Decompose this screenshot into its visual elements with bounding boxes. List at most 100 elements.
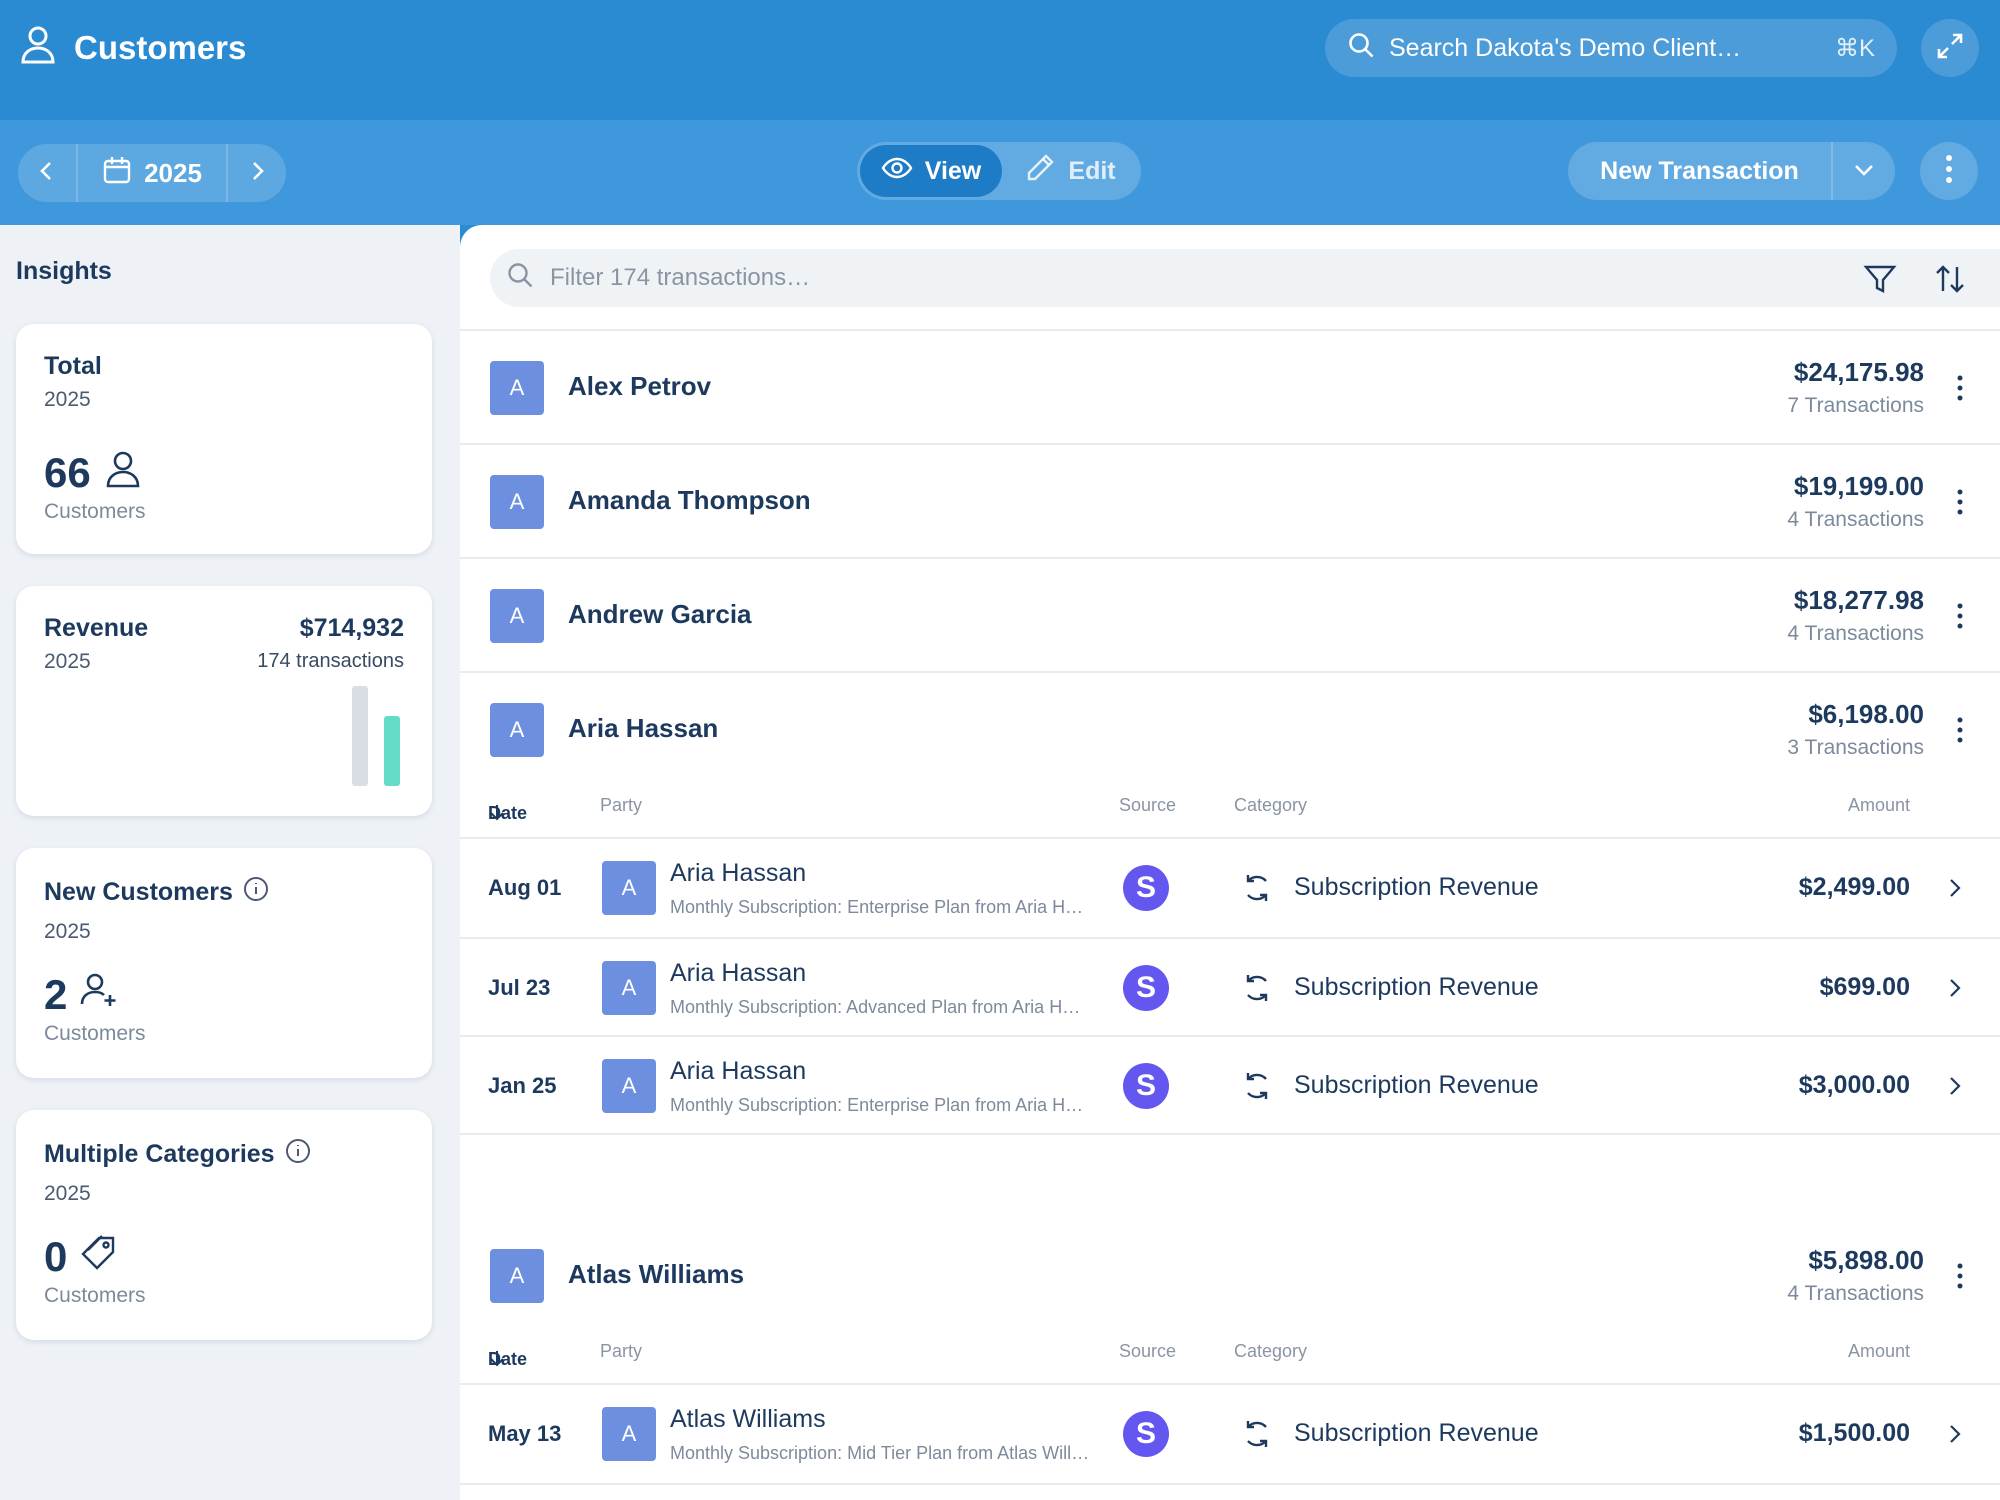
transaction-party: Aria Hassan	[670, 959, 807, 987]
top-bar: Customers Search Dakota's Demo Client… ⌘…	[0, 0, 2000, 120]
customer-name: Amanda Thompson	[568, 485, 811, 515]
recurring-icon	[1240, 1417, 1274, 1451]
expand-button[interactable]	[1921, 19, 1979, 77]
customer-name: Andrew Garcia	[568, 599, 752, 629]
more-vertical-icon	[1956, 489, 1964, 519]
transaction-category[interactable]: Subscription Revenue	[1294, 973, 1539, 1002]
chevron-down-icon	[1853, 158, 1875, 185]
customer-row[interactable]: A Alex Petrov $24,175.98 7 Transactions	[460, 331, 2000, 445]
new-customers-card[interactable]: New Customers 2025 2 Customers	[16, 848, 432, 1078]
card-value: 2	[44, 970, 119, 1020]
avatar: A	[490, 475, 544, 529]
filter-transactions-input[interactable]: Filter 174 transactions…	[490, 249, 2000, 307]
card-title: Multiple Categories	[44, 1138, 311, 1171]
multiple-categories-card[interactable]: Multiple Categories 2025 0 Customers	[16, 1110, 432, 1340]
transaction-row[interactable]: Aug 01 A Aria Hassan Monthly Subscriptio…	[460, 839, 2000, 937]
card-title-text: Total	[44, 352, 102, 380]
more-options-button[interactable]	[1920, 142, 1978, 200]
chevron-right-icon[interactable]	[1944, 1423, 1964, 1445]
customer-transaction-count: 4 Transactions	[1787, 622, 1924, 645]
category-column-header[interactable]: Category	[1234, 1341, 1307, 1362]
info-icon[interactable]	[243, 876, 269, 909]
transaction-category[interactable]: Subscription Revenue	[1294, 873, 1539, 902]
source-column-header[interactable]: Source	[1119, 1341, 1176, 1362]
info-icon[interactable]	[285, 1138, 311, 1171]
year-selector: 2025	[18, 144, 286, 202]
row-more-button[interactable]	[1956, 603, 1964, 629]
party-column-header[interactable]: Party	[600, 795, 642, 816]
row-more-button[interactable]	[1956, 717, 1964, 743]
customer-total: $18,277.98	[1793, 585, 1924, 615]
card-year: 2025	[44, 920, 91, 943]
chevron-left-icon	[36, 160, 58, 187]
chevron-right-icon[interactable]	[1944, 977, 1964, 999]
new-transaction-dropdown[interactable]	[1833, 158, 1895, 185]
transaction-row[interactable]: Jul 23 A Aria Hassan Monthly Subscriptio…	[460, 939, 2000, 1037]
total-customers-card[interactable]: Total 2025 66 Customers	[16, 324, 432, 554]
divider	[460, 1483, 2000, 1485]
transaction-date: Jan 25	[488, 1073, 557, 1098]
card-value-text: 66	[44, 449, 91, 496]
customer-row[interactable]: A Atlas Williams $5,898.00 4 Transaction…	[460, 1219, 2000, 1333]
sort-button[interactable]	[1932, 261, 1968, 297]
arrow-down-icon	[488, 1349, 506, 1372]
edit-mode-button[interactable]: Edit	[1002, 145, 1138, 197]
year-button[interactable]: 2025	[76, 144, 228, 202]
filter-icon	[1862, 265, 1898, 301]
customer-row[interactable]: A Andrew Garcia $18,277.98 4 Transaction…	[460, 559, 2000, 673]
transaction-category[interactable]: Subscription Revenue	[1294, 1071, 1539, 1100]
chevron-right-icon[interactable]	[1944, 877, 1964, 899]
chevron-right-icon[interactable]	[1944, 1075, 1964, 1097]
avatar: A	[602, 1407, 656, 1461]
customer-row[interactable]: A Aria Hassan $6,198.00 3 Transactions	[460, 673, 2000, 787]
revenue-bar-previous	[352, 686, 368, 786]
transaction-row[interactable]: May 13 A Atlas Williams Monthly Subscrip…	[460, 1385, 2000, 1483]
year-label: 2025	[144, 157, 202, 188]
chevron-right-icon	[246, 160, 268, 187]
customer-row[interactable]: A Amanda Thompson $19,199.00 4 Transacti…	[460, 445, 2000, 559]
card-title-text: New Customers	[44, 878, 233, 906]
transactions-table-header: Date Party Source Category Amount	[460, 1333, 2000, 1373]
card-year: 2025	[44, 1182, 91, 1205]
card-year: 2025	[44, 388, 91, 411]
arrow-down-icon	[488, 803, 506, 826]
row-more-button[interactable]	[1956, 489, 1964, 515]
row-more-button[interactable]	[1956, 1263, 1964, 1289]
transaction-row[interactable]: Jan 25 A Aria Hassan Monthly Subscriptio…	[460, 1037, 2000, 1135]
search-icon	[1347, 31, 1389, 66]
transaction-amount: $2,499.00	[1798, 873, 1910, 901]
row-more-button[interactable]	[1956, 375, 1964, 401]
view-mode-button[interactable]: View	[860, 145, 1002, 197]
card-title-text: Revenue	[44, 614, 149, 642]
transaction-memo: Monthly Subscription: Enterprise Plan fr…	[670, 897, 1090, 917]
insights-sidebar: Insights Total 2025 66 Customers Revenue…	[0, 225, 460, 1500]
party-column-header[interactable]: Party	[600, 1341, 642, 1362]
amount-column-header[interactable]: Amount	[1848, 795, 1910, 816]
category-column-header[interactable]: Category	[1234, 795, 1307, 816]
add-person-icon	[79, 970, 119, 1020]
transaction-category[interactable]: Subscription Revenue	[1294, 1419, 1539, 1448]
transaction-party: Aria Hassan	[670, 859, 807, 887]
more-vertical-icon	[1956, 603, 1964, 633]
stripe-source-icon: S	[1123, 1063, 1169, 1109]
filter-button[interactable]	[1862, 261, 1898, 297]
source-column-header[interactable]: Source	[1119, 795, 1176, 816]
customer-total: $19,199.00	[1793, 471, 1924, 501]
avatar: A	[490, 1249, 544, 1303]
customer-name: Atlas Williams	[568, 1259, 745, 1289]
avatar: A	[490, 361, 544, 415]
new-transaction-button[interactable]: New Transaction	[1568, 142, 1833, 200]
card-unit: Customers	[44, 1284, 146, 1307]
avatar: A	[602, 1059, 656, 1113]
amount-column-header[interactable]: Amount	[1848, 1341, 1910, 1362]
revenue-card[interactable]: Revenue 2025 $714,932 174 transactions	[16, 586, 432, 816]
transaction-amount: $1,500.00	[1798, 1419, 1910, 1447]
revenue-bar-current	[384, 716, 400, 786]
tags-icon	[79, 1232, 119, 1282]
prev-year-button[interactable]	[18, 144, 76, 202]
avatar: A	[602, 961, 656, 1015]
global-search-input[interactable]: Search Dakota's Demo Client… ⌘K	[1325, 19, 1897, 77]
next-year-button[interactable]	[228, 144, 286, 202]
transaction-party: Aria Hassan	[670, 1057, 807, 1085]
view-mode-label: View	[924, 156, 982, 185]
